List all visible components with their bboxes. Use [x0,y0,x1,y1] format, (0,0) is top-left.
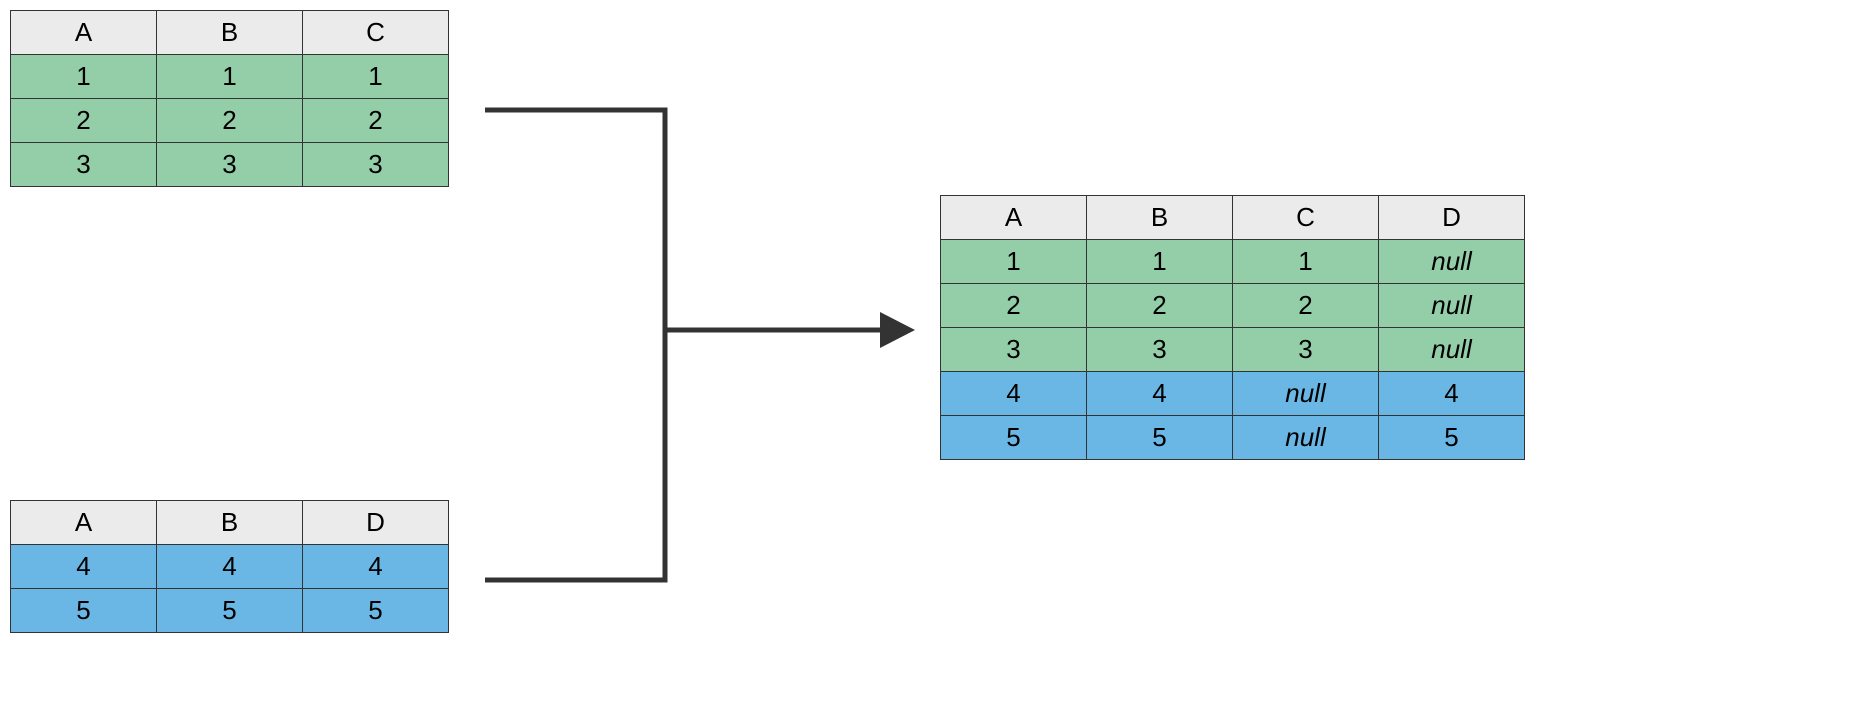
data-cell: 1 [157,55,303,99]
header-cell: B [157,11,303,55]
header-cell: A [941,196,1087,240]
data-cell: 5 [941,416,1087,460]
table-row: 3 3 3 [11,143,449,187]
data-cell: 4 [11,545,157,589]
input-table-2: A B D 4 4 4 5 5 5 [10,500,449,633]
header-cell: B [1087,196,1233,240]
table-row: 1 1 1 null [941,240,1525,284]
data-cell: 4 [1087,372,1233,416]
header-cell: A [11,501,157,545]
data-cell: 5 [303,589,449,633]
output-table: A B C D 1 1 1 null 2 2 2 null 3 3 3 [940,195,1525,460]
table-header-row: A B D [11,501,449,545]
data-cell: 5 [1379,416,1525,460]
null-cell: null [1379,284,1525,328]
null-cell: null [1379,240,1525,284]
input-table-1: A B C 1 1 1 2 2 2 3 3 3 [10,10,449,187]
table-row: 2 2 2 null [941,284,1525,328]
null-cell: null [1233,416,1379,460]
data-cell: 3 [11,143,157,187]
data-cell: 5 [1087,416,1233,460]
table-row: 5 5 null 5 [941,416,1525,460]
data-cell: 2 [303,99,449,143]
data-cell: 3 [941,328,1087,372]
table-header-row: A B C [11,11,449,55]
data-cell: 4 [941,372,1087,416]
table-row: 4 4 4 [11,545,449,589]
null-cell: null [1379,328,1525,372]
data-cell: 2 [11,99,157,143]
concat-diagram: A B C 1 1 1 2 2 2 3 3 3 [0,0,1851,702]
data-cell: 1 [1233,240,1379,284]
header-cell: D [1379,196,1525,240]
table-row: 1 1 1 [11,55,449,99]
data-cell: 2 [157,99,303,143]
data-cell: 3 [303,143,449,187]
data-cell: 2 [1233,284,1379,328]
table-row: 3 3 3 null [941,328,1525,372]
merge-arrow-icon [485,100,915,590]
data-cell: 5 [157,589,303,633]
table-header-row: A B C D [941,196,1525,240]
header-cell: C [1233,196,1379,240]
data-cell: 3 [157,143,303,187]
data-cell: 1 [303,55,449,99]
null-cell: null [1233,372,1379,416]
data-cell: 2 [1087,284,1233,328]
data-cell: 2 [941,284,1087,328]
data-cell: 3 [1233,328,1379,372]
data-cell: 4 [303,545,449,589]
header-cell: D [303,501,449,545]
table-row: 2 2 2 [11,99,449,143]
data-cell: 1 [1087,240,1233,284]
data-cell: 1 [941,240,1087,284]
data-cell: 1 [11,55,157,99]
data-cell: 3 [1087,328,1233,372]
data-cell: 4 [1379,372,1525,416]
table-row: 4 4 null 4 [941,372,1525,416]
data-cell: 4 [157,545,303,589]
table-row: 5 5 5 [11,589,449,633]
header-cell: A [11,11,157,55]
header-cell: C [303,11,449,55]
data-cell: 5 [11,589,157,633]
header-cell: B [157,501,303,545]
